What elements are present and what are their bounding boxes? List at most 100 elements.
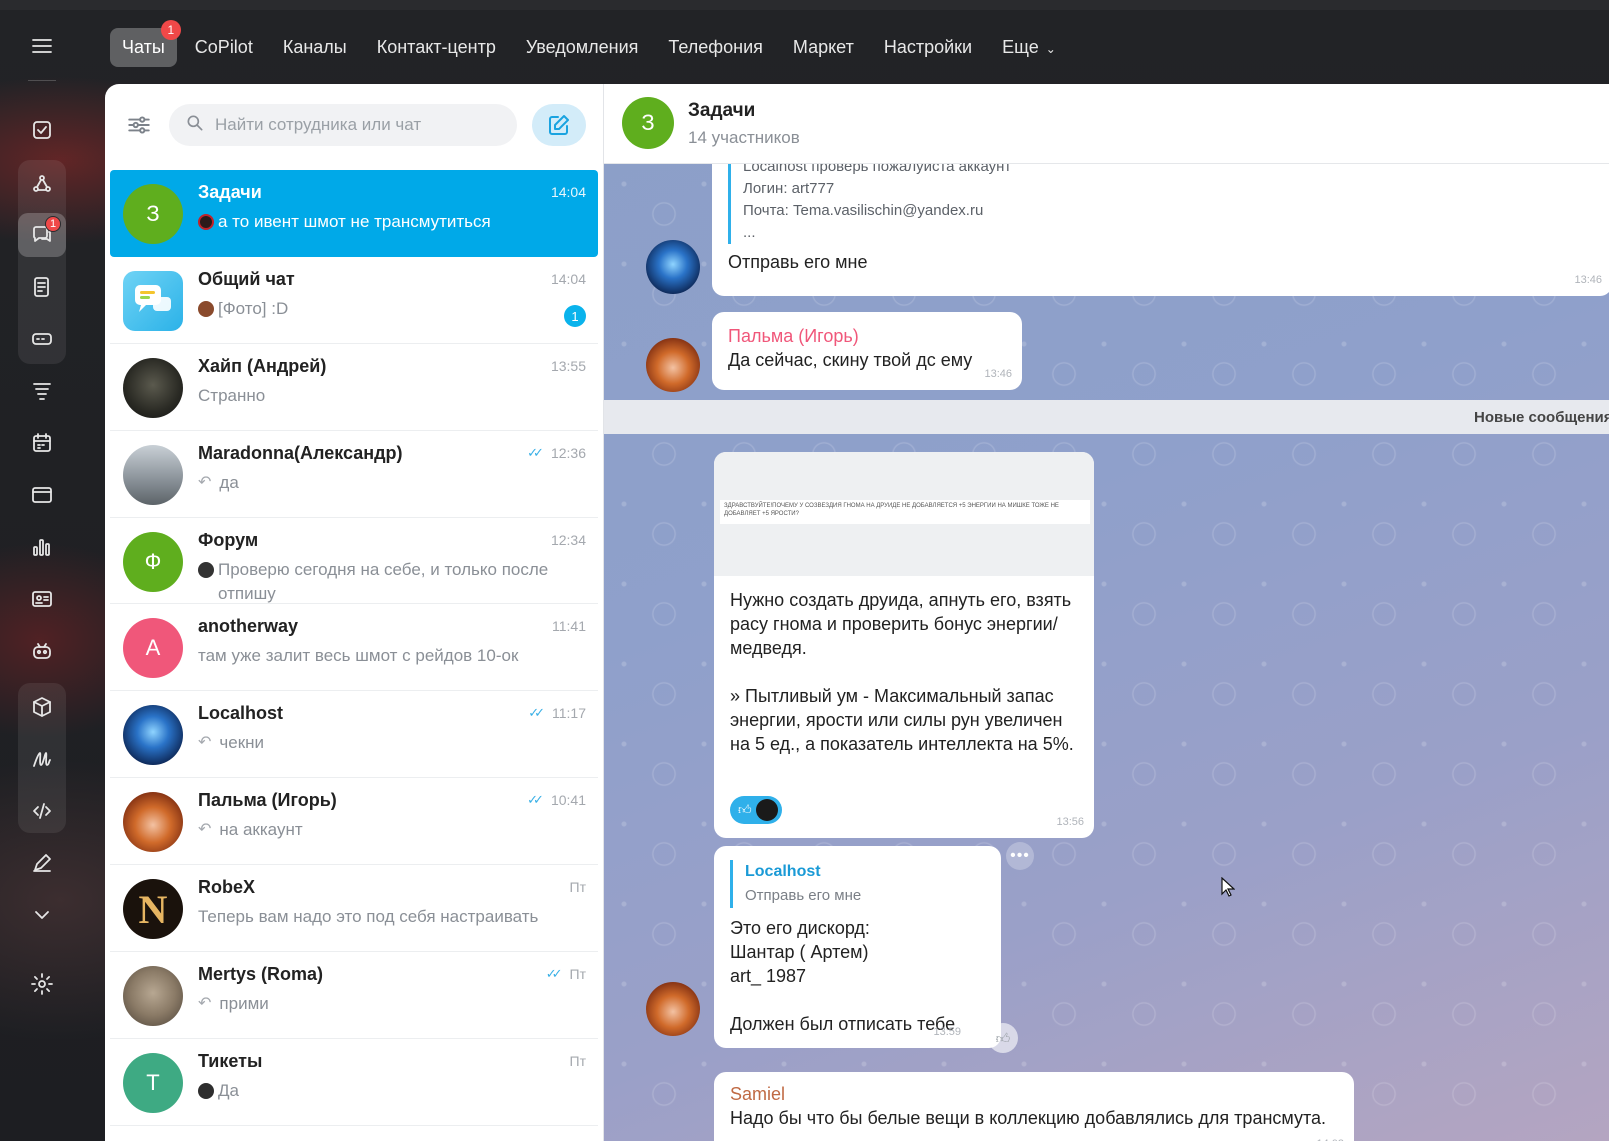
chat-preview: там уже залит весь шмот с рейдов 10-ок	[198, 644, 578, 668]
tab-chats[interactable]: Чаты 1	[110, 19, 181, 67]
tab-market[interactable]: Маркет	[781, 28, 866, 67]
chat-time-text: Пт	[569, 1053, 586, 1069]
chat-item-localhost[interactable]: Localhost ✓✓ 11:17 ↶ чекни	[110, 691, 598, 778]
calendar-icon[interactable]	[18, 421, 66, 465]
search-box	[169, 104, 517, 146]
sign-icon[interactable]	[18, 737, 66, 781]
chat-time-text: 11:41	[552, 618, 586, 634]
drive-icon[interactable]	[18, 317, 66, 361]
message-line	[730, 988, 985, 1012]
message-text: Надо бы что бы белые вещи в коллекцию до…	[730, 1108, 1327, 1128]
chat-preview: Странно	[198, 384, 578, 408]
tab-label: Настройки	[883, 36, 973, 57]
flow-icon[interactable]	[18, 162, 66, 206]
chat-item-tasks[interactable]: З Задачи 14:04 а то ивент шмот не трансм…	[110, 170, 598, 257]
message-bubble[interactable]: ЗДРАВСТВУЙТЕ!ПОЧЕМУ У СОЗВЕЗДИЯ ГНОМА НА…	[714, 452, 1094, 838]
chevron-down-icon[interactable]	[18, 893, 66, 937]
chat-item-palma[interactable]: Пальма (Игорь) ✓✓ 10:41 ↶ на аккаунт	[110, 778, 598, 865]
chat-time-text: 13:55	[550, 358, 586, 374]
feed-icon[interactable]	[18, 265, 66, 309]
filter-icon[interactable]	[123, 109, 155, 141]
chat-time: 12:34	[551, 532, 586, 548]
chat-item-robex[interactable]: N RobeX Пт Теперь вам надо это под себя …	[110, 865, 598, 952]
message-bubble[interactable]: Пальма (Игорь) Да сейчас, скину твой дс …	[712, 312, 1022, 390]
read-check-icon: ✓✓	[545, 966, 563, 981]
chat-item-tickets[interactable]: T Тикеты Пт Да	[110, 1039, 598, 1126]
more-options-icon[interactable]: •••	[1006, 842, 1034, 870]
chat-name: Maradonna(Александр)	[198, 443, 403, 463]
window-icon[interactable]	[18, 473, 66, 517]
message-avatar[interactable]	[646, 240, 700, 294]
chat-time: 11:41	[552, 618, 586, 634]
read-check-icon: ✓✓	[527, 792, 544, 807]
like-button[interactable]: 👍︎	[988, 1023, 1018, 1053]
chat-item-general[interactable]: Общий чат 14:04 [Фото] :D 1	[110, 257, 598, 344]
chat-time-text: 11:17	[552, 705, 586, 721]
chat-time: ✓✓ Пт	[546, 966, 586, 982]
settings-icon[interactable]	[18, 962, 66, 1006]
chat-preview-text: Проверю сегодня на себе, и только после …	[218, 560, 549, 603]
chat-header[interactable]: З Задачи 14 участников	[604, 84, 1609, 164]
chat-preview: ↶ да	[198, 471, 578, 495]
compose-button[interactable]	[532, 104, 586, 146]
rail-divider	[28, 80, 56, 81]
tab-contact-center[interactable]: Контакт-центр	[365, 28, 508, 67]
tasks-icon[interactable]	[18, 108, 66, 152]
window-top-strip	[0, 0, 1609, 10]
robot-icon[interactable]	[18, 629, 66, 673]
funnel-icon[interactable]	[18, 369, 66, 413]
search-input[interactable]	[215, 115, 505, 135]
message-time: 13:46	[1574, 274, 1602, 286]
message-avatar[interactable]	[646, 982, 700, 1036]
chat-preview-text: Странно	[198, 386, 266, 405]
chat-list-panel: З Задачи 14:04 а то ивент шмот не трансм…	[105, 84, 603, 1141]
tab-label: Еще	[1002, 36, 1039, 57]
message-image[interactable]: ЗДРАВСТВУЙТЕ!ПОЧЕМУ У СОЗВЕЗДИЯ ГНОМА НА…	[714, 452, 1094, 576]
chat-time: 14:04	[551, 271, 586, 287]
message-bubble[interactable]: Localhost Отправь его мне Это его дискор…	[714, 846, 1001, 1048]
chat-name: Пальма (Игорь)	[198, 790, 337, 810]
chat-preview-text: там уже залит весь шмот с рейдов 10-ок	[198, 646, 519, 665]
chat-preview: Проверю сегодня на себе, и только после …	[198, 558, 578, 606]
chat-time: 14:04	[551, 184, 586, 200]
general-chat-icon	[123, 271, 183, 331]
tab-label: CoPilot	[194, 36, 253, 57]
image-caption: ЗДРАВСТВУЙТЕ!ПОЧЕМУ У СОЗВЕЗДИЯ ГНОМА НА…	[720, 500, 1090, 524]
message-bubble[interactable]: Samiel Надо бы что бы белые вещи в колле…	[714, 1072, 1354, 1141]
tab-label: Маркет	[792, 36, 854, 57]
message-avatar[interactable]	[646, 338, 700, 392]
code-icon[interactable]	[18, 789, 66, 833]
tab-settings[interactable]: Настройки	[872, 28, 984, 67]
chats-icon[interactable]: 1	[18, 213, 66, 257]
tab-copilot[interactable]: CoPilot	[183, 28, 265, 67]
tab-channels[interactable]: Каналы	[271, 28, 359, 67]
menu-icon[interactable]	[18, 24, 66, 68]
chat-item-anotherway[interactable]: A anotherway 11:41 там уже залит весь шм…	[110, 604, 598, 691]
tab-telephony[interactable]: Телефония	[656, 28, 774, 67]
tab-more[interactable]: Еще ⌄	[990, 28, 1068, 67]
chat-preview-text: Да	[218, 1081, 239, 1100]
chat-item-mertys[interactable]: Mertys (Roma) ✓✓ Пт ↶ прими	[110, 952, 598, 1039]
chat-avatar: З	[622, 97, 674, 149]
reaction-like[interactable]: 👍︎	[730, 796, 782, 824]
chat-name: Localhost	[198, 703, 284, 723]
chat-preview: [Фото] :D	[198, 297, 578, 321]
chat-preview: а то ивент шмот не трансмутиться	[198, 210, 578, 234]
chat-time-text: Пт	[569, 966, 586, 982]
reaction-bar: 👍︎	[730, 796, 782, 824]
sender-avatar	[198, 214, 214, 230]
chat-item-hype[interactable]: Хайп (Андрей) 13:55 Странно	[110, 344, 598, 431]
chart-icon[interactable]	[18, 525, 66, 569]
tab-notifications[interactable]: Уведомления	[514, 28, 651, 67]
pen-icon[interactable]	[18, 841, 66, 885]
contact-card-icon[interactable]	[18, 577, 66, 621]
read-check-icon: ✓✓	[527, 445, 544, 460]
chat-time-text: 14:04	[550, 271, 586, 287]
chat-item-forum[interactable]: Ф Форум 12:34 Проверю сегодня на себе, и…	[110, 518, 598, 604]
chat-time-text: 14:04	[550, 184, 586, 200]
chat-time-text: 12:34	[550, 532, 586, 548]
top-nav: Чаты 1 CoPilot Каналы Контакт-центр Увед…	[110, 19, 1074, 67]
box-icon[interactable]	[18, 685, 66, 729]
chat-item-maradonna[interactable]: Maradonna(Александр) ✓✓ 12:36 ↶ да	[110, 431, 598, 518]
avatar	[123, 705, 183, 765]
